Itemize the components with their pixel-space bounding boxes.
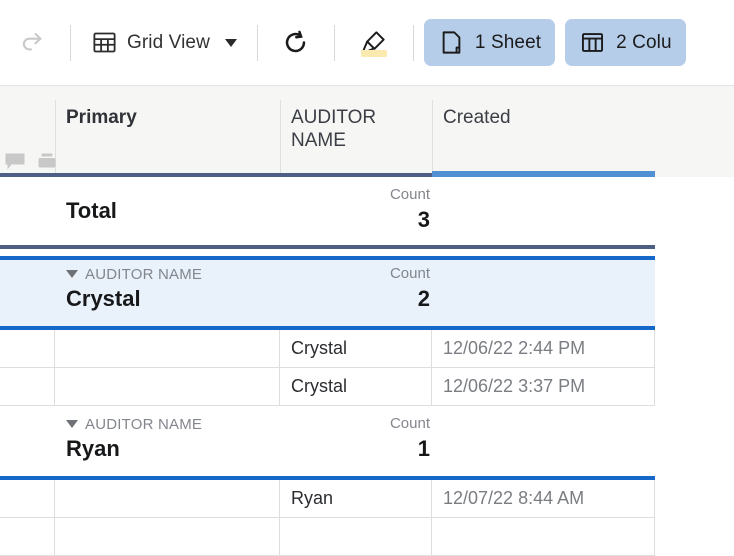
row-primary-cell[interactable] [55, 330, 280, 368]
total-label: Total [66, 198, 117, 223]
grid-body: Total Count 3 AUDITOR NAME Crystal Count… [0, 177, 734, 556]
group-ryan-count-wrap: Count 1 [390, 415, 430, 462]
group-crystal-value: Crystal [66, 286, 141, 311]
group-ryan-count-value: 1 [417, 436, 430, 461]
row-gutter-cell[interactable] [0, 368, 55, 406]
total-count-value: 3 [417, 207, 430, 232]
chevron-down-icon[interactable] [224, 38, 237, 47]
row-primary-cell[interactable] [55, 368, 280, 406]
group-summary-row-ryan[interactable]: AUDITOR NAME Ryan Count 1 [0, 406, 655, 480]
grid-view-selector[interactable]: Grid View [81, 20, 247, 66]
row-created-cell[interactable]: 12/06/22 2:44 PM [432, 330, 655, 368]
total-count-label: Count [389, 186, 430, 203]
grid-column-headers: Primary AUDITOR NAME Created [0, 86, 734, 177]
column-header-auditor-name[interactable]: AUDITOR NAME [280, 86, 432, 177]
row-primary-cell[interactable] [55, 480, 280, 518]
group-crystal-count-label: Count [389, 265, 430, 282]
highlighter-color-swatch [360, 49, 387, 57]
toolbar-divider-2 [256, 24, 258, 61]
group-crystal-kicker-label: AUDITOR NAME [85, 265, 203, 283]
total-summary-row[interactable]: Total Count 3 [0, 177, 655, 249]
column-header-created[interactable]: Created [432, 86, 655, 177]
redo-icon [19, 28, 49, 58]
toolbar-divider-4 [412, 24, 414, 61]
toolbar-divider-3 [333, 24, 335, 61]
table-row[interactable] [0, 518, 655, 556]
collapse-triangle-icon[interactable] [66, 420, 78, 428]
row-auditor-name-cell[interactable]: Crystal [280, 330, 432, 368]
column-header-auditor-name-label: AUDITOR NAME [291, 107, 377, 151]
group-crystal-kicker: AUDITOR NAME [66, 265, 202, 283]
group-summary-row-crystal[interactable]: AUDITOR NAME Crystal Count 2 [0, 256, 655, 330]
column-count-button[interactable]: 2 Colu [565, 19, 686, 66]
column-header-primary[interactable]: Primary [55, 86, 280, 177]
total-row-bottom-rule [0, 245, 655, 249]
group-crystal-count-value: 2 [417, 286, 430, 311]
group-crystal-count-wrap: Count 2 [390, 265, 430, 312]
redo-button[interactable] [8, 20, 60, 66]
total-count-wrap: Count 3 [390, 186, 430, 233]
grid-view-label: Grid View [127, 31, 210, 53]
row-auditor-name-cell[interactable]: Crystal [280, 368, 432, 406]
refresh-button[interactable] [268, 20, 324, 66]
row-auditor-name-cell[interactable]: Ryan [280, 480, 432, 518]
row-created-cell[interactable]: 12/06/22 3:37 PM [432, 368, 655, 406]
sheet-icon [438, 29, 465, 56]
row-created-cell[interactable]: 12/07/22 8:44 AM [432, 480, 655, 518]
group-crystal-label-wrap: AUDITOR NAME Crystal [66, 265, 202, 312]
group-ryan-value: Ryan [66, 436, 120, 461]
group-ryan-kicker-label: AUDITOR NAME [85, 415, 203, 433]
table-row[interactable]: Crystal 12/06/22 2:44 PM [0, 330, 655, 368]
row-gutter-cell[interactable] [0, 330, 55, 368]
group-ryan-count-label: Count [389, 415, 430, 432]
table-row[interactable]: Crystal 12/06/22 3:37 PM [0, 368, 655, 406]
column-header-created-label: Created [443, 107, 511, 128]
row-gutter-cell[interactable] [0, 518, 55, 556]
refresh-icon [281, 28, 310, 57]
highlighter-button[interactable] [345, 20, 403, 66]
columns-icon [579, 29, 606, 56]
column-header-primary-label: Primary [66, 107, 137, 128]
sheet-count-label: 1 Sheet [474, 31, 542, 53]
row-primary-cell[interactable] [55, 518, 280, 556]
row-auditor-name-cell[interactable] [280, 518, 432, 556]
toolbar: Grid View 1 Sheet 2 Colu [0, 0, 734, 86]
group-ryan-label-wrap: AUDITOR NAME Ryan [66, 415, 202, 462]
row-gutter-cell[interactable] [0, 480, 55, 518]
total-label-wrap: Total [66, 186, 117, 224]
sheet-count-button[interactable]: 1 Sheet [423, 19, 556, 66]
row-created-cell[interactable] [432, 518, 655, 556]
toolbar-divider-1 [70, 24, 71, 61]
column-count-label: 2 Colu [616, 31, 672, 53]
grid-view-icon [91, 29, 118, 56]
group-ryan-kicker: AUDITOR NAME [66, 415, 202, 433]
collapse-triangle-icon[interactable] [66, 270, 78, 278]
table-row[interactable]: Ryan 12/07/22 8:44 AM [0, 480, 655, 518]
